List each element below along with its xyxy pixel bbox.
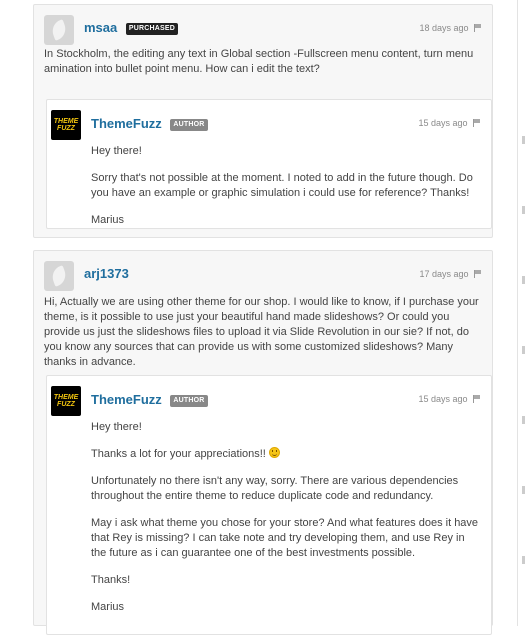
author-reply: THEME FUZZ ThemeFuzz AUTHOR 15 days ago … [46,375,492,635]
reply-paragraph: Hey there! [91,145,142,157]
smile-emoji-icon [268,447,280,458]
username-text[interactable]: arj1373 [84,266,129,281]
reply-author[interactable]: ThemeFuzz AUTHOR [91,392,208,407]
reply-body: Hey there! Thanks a lot for your appreci… [91,420,481,627]
comment-header: msaa PURCHASED 18 days ago [44,15,482,47]
reply-header: THEME FUZZ ThemeFuzz AUTHOR 15 days ago [51,110,481,142]
reply-meta: 15 days ago [418,118,481,128]
logo-line: FUZZ [57,125,75,132]
flag-icon[interactable] [474,270,482,278]
reply-paragraph: Unfortunately no there isn't any way, so… [91,475,459,502]
logo-line: THEME [53,118,79,125]
author-badge: AUTHOR [170,394,208,407]
username-text[interactable]: ThemeFuzz [91,116,162,131]
comment-thread: arj1373 17 days ago Hi, Actually we are … [33,250,493,635]
username-text[interactable]: msaa [84,20,117,35]
logo-line: THEME [53,394,79,401]
comment-body: In Stockholm, the editing any text in Gl… [44,47,482,89]
comment-thread: msaa PURCHASED 18 days ago In Stockholm,… [33,4,493,238]
comment-paragraph: In Stockholm, the editing any text in Gl… [44,48,474,75]
timestamp: 17 days ago [419,269,469,279]
avatar[interactable] [44,261,74,291]
reply-paragraph: Sorry that's not possible at the moment.… [91,172,473,199]
reply-body: Hey there! Sorry that's not possible at … [91,144,481,240]
timestamp: 18 days ago [419,23,469,33]
reply-paragraph: Hey there! [91,421,142,433]
purchased-badge: PURCHASED [125,22,179,35]
author-badge: AUTHOR [170,118,208,131]
default-avatar-icon [49,265,69,287]
author-avatar[interactable]: THEME FUZZ [51,110,81,140]
comment-body: Hi, Actually we are using other theme fo… [44,295,482,382]
reply-meta: 15 days ago [418,394,481,404]
comment-author[interactable]: msaa PURCHASED [84,20,179,35]
default-avatar-icon [49,19,69,41]
reply-header: THEME FUZZ ThemeFuzz AUTHOR 15 days ago [51,386,481,418]
comment-author[interactable]: arj1373 [84,266,129,281]
logo-line: FUZZ [57,401,75,408]
reply-paragraph: Marius [91,214,125,226]
timestamp: 15 days ago [418,118,468,128]
reply-paragraph: Marius [91,601,125,613]
reply-author[interactable]: ThemeFuzz AUTHOR [91,116,208,131]
author-reply: THEME FUZZ ThemeFuzz AUTHOR 15 days ago … [46,99,492,229]
avatar[interactable] [44,15,74,45]
comment-meta: 17 days ago [419,269,482,279]
flag-icon[interactable] [474,24,482,32]
timestamp: 15 days ago [418,394,468,404]
reply-paragraph-with-emoji: Thanks a lot for your appreciations!! [91,447,481,462]
reply-paragraph: Thanks a lot for your appreciations!! [91,448,266,460]
flag-icon[interactable] [473,119,481,127]
comment-meta: 18 days ago [419,23,482,33]
flag-icon[interactable] [473,395,481,403]
username-text[interactable]: ThemeFuzz [91,392,162,407]
reply-paragraph: May i ask what theme you chose for your … [91,517,479,559]
comment-header: arj1373 17 days ago [44,261,482,293]
right-scroll-rail [517,0,525,626]
reply-paragraph: Thanks! [91,574,131,586]
author-avatar[interactable]: THEME FUZZ [51,386,81,416]
comment-paragraph: Hi, Actually we are using other theme fo… [44,296,479,368]
